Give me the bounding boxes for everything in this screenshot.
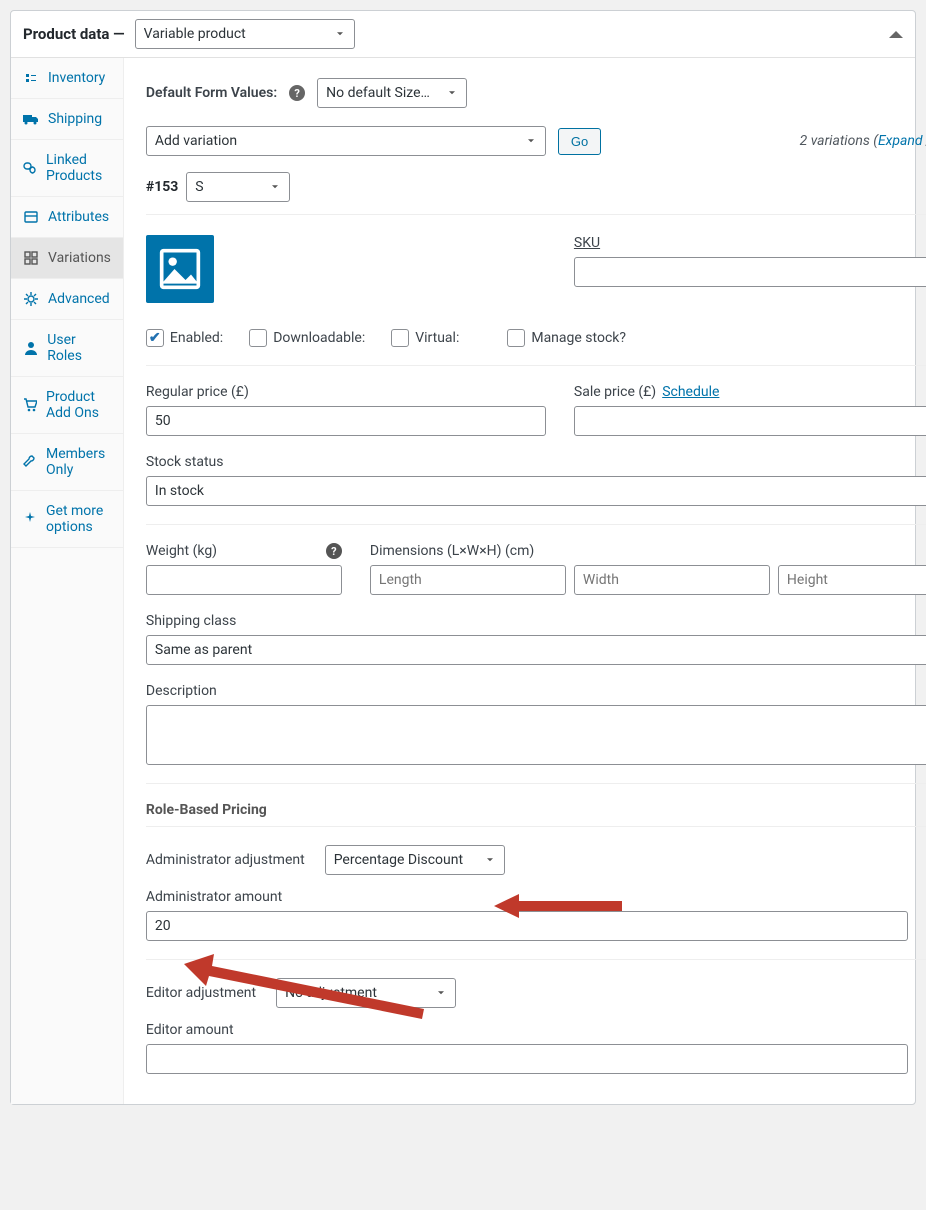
shipping-class-select[interactable]: Same as parent	[146, 635, 926, 665]
grid-icon	[23, 251, 39, 265]
shipping-class-label: Shipping class	[146, 613, 236, 629]
panel-header: Product data — Variable product	[11, 11, 915, 58]
sidebar-item-attributes[interactable]: Attributes	[11, 197, 123, 238]
collapse-panel-icon[interactable]	[889, 24, 903, 38]
wrench-icon	[23, 455, 37, 469]
help-icon[interactable]: ?	[326, 543, 342, 559]
sale-price-input[interactable]	[574, 406, 926, 436]
height-input[interactable]	[778, 565, 926, 595]
weight-label: Weight (kg)	[146, 543, 217, 559]
sidebar-item-variations[interactable]: Variations	[11, 238, 123, 279]
admin-adjustment-label: Administrator adjustment	[146, 852, 305, 868]
downloadable-checkbox-label[interactable]: Downloadable:	[249, 329, 365, 347]
sidebar-item-members-only[interactable]: Members Only	[11, 434, 123, 491]
default-form-values-select[interactable]: No default Size…	[317, 78, 467, 108]
regular-price-input[interactable]	[146, 406, 546, 436]
editor-amount-label: Editor amount	[146, 1022, 234, 1038]
manage-stock-checkbox[interactable]	[507, 329, 525, 347]
panel-title: Product data —	[23, 25, 125, 43]
sidebar-item-advanced[interactable]: Advanced	[11, 279, 123, 320]
sidebar-item-shipping[interactable]: Shipping	[11, 99, 123, 140]
sidebar-item-user-roles[interactable]: User Roles	[11, 320, 123, 377]
admin-amount-label: Administrator amount	[146, 889, 282, 905]
variation-action-select[interactable]: Add variation	[146, 126, 546, 156]
stock-status-select[interactable]: In stock	[146, 476, 926, 506]
gear-icon	[23, 292, 39, 306]
help-icon[interactable]: ?	[289, 85, 305, 101]
sidebar-item-label: Variations	[48, 250, 111, 266]
schedule-link[interactable]: Schedule	[662, 384, 719, 400]
sparkle-icon	[23, 512, 37, 526]
sidebar-item-label: Attributes	[48, 209, 109, 225]
editor-adjustment-label: Editor adjustment	[146, 985, 256, 1001]
role-based-pricing-title: Role-Based Pricing	[146, 802, 926, 818]
variation-image-upload[interactable]	[146, 235, 214, 303]
sidebar-item-label: Linked Products	[46, 152, 111, 184]
inventory-icon	[23, 71, 39, 85]
sidebar-item-get-more-options[interactable]: Get more options	[11, 491, 123, 548]
link-icon	[23, 161, 37, 175]
downloadable-checkbox[interactable]	[249, 329, 267, 347]
weight-input[interactable]	[146, 565, 342, 595]
sidebar-item-label: Members Only	[46, 446, 111, 478]
attributes-icon	[23, 210, 39, 224]
sidebar-item-product-add-ons[interactable]: Product Add Ons	[11, 377, 123, 434]
editor-amount-input[interactable]	[146, 1044, 908, 1074]
editor-adjustment-select[interactable]: No adjustment	[276, 978, 456, 1008]
manage-stock-checkbox-label[interactable]: Manage stock?	[507, 329, 626, 347]
sale-price-label: Sale price (£)	[574, 384, 656, 400]
length-input[interactable]	[370, 565, 566, 595]
description-label: Description	[146, 683, 217, 699]
enabled-checkbox[interactable]	[146, 329, 164, 347]
admin-adjustment-select[interactable]: Percentage Discount	[325, 845, 505, 875]
width-input[interactable]	[574, 565, 770, 595]
sidebar-item-linked-products[interactable]: Linked Products	[11, 140, 123, 197]
stock-status-label: Stock status	[146, 454, 224, 470]
variations-meta: 2 variations (Expand / Close)	[800, 133, 926, 149]
dimensions-label: Dimensions (L×W×H) (cm)	[370, 543, 534, 559]
sidebar-item-label: Advanced	[48, 291, 110, 307]
default-form-values-label: Default Form Values:	[146, 85, 277, 101]
virtual-checkbox-label[interactable]: Virtual:	[391, 329, 459, 347]
product-data-sidebar: Inventory Shipping Linked Products	[11, 58, 124, 1104]
go-button[interactable]: Go	[558, 128, 601, 155]
sidebar-item-label: Product Add Ons	[46, 389, 111, 421]
product-type-select[interactable]: Variable product	[135, 19, 355, 49]
sidebar-item-label: User Roles	[47, 332, 111, 364]
user-icon	[23, 341, 38, 355]
cart-icon	[23, 398, 37, 412]
sidebar-item-label: Shipping	[48, 111, 102, 127]
regular-price-label: Regular price (£)	[146, 384, 249, 400]
variations-panel: Default Form Values: ? No default Size… …	[124, 58, 926, 1104]
variation-id: #153	[146, 179, 178, 195]
variation-size-select[interactable]: S	[186, 172, 290, 202]
enabled-checkbox-label[interactable]: Enabled:	[146, 329, 223, 347]
description-textarea[interactable]	[146, 705, 926, 765]
sidebar-item-inventory[interactable]: Inventory	[11, 58, 123, 99]
sidebar-item-label: Inventory	[48, 70, 105, 86]
sku-label: SKU	[574, 235, 600, 251]
sidebar-item-label: Get more options	[46, 503, 111, 535]
expand-link[interactable]: Expand	[878, 133, 923, 149]
sku-input[interactable]	[574, 257, 926, 287]
admin-amount-input[interactable]	[146, 911, 908, 941]
truck-icon	[23, 112, 39, 126]
virtual-checkbox[interactable]	[391, 329, 409, 347]
